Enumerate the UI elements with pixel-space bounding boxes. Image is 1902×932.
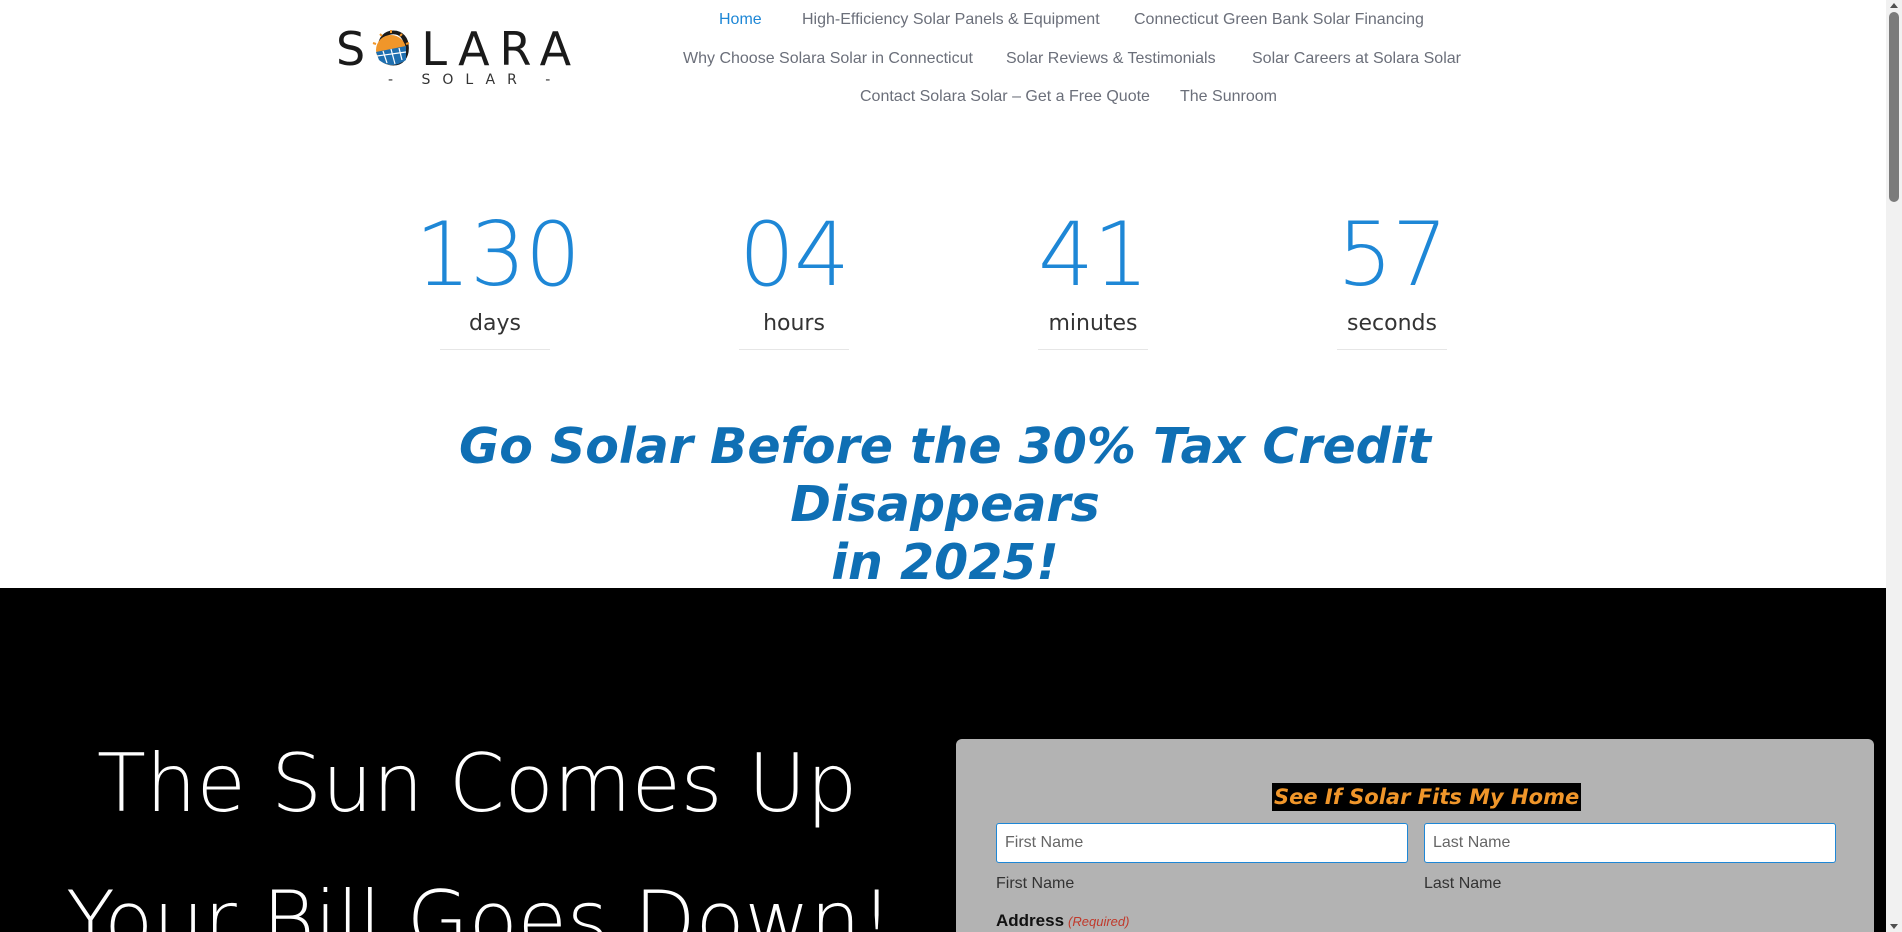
solar-fit-form: See If Solar Fits My Home First Name Las… xyxy=(956,739,1874,932)
hero-line-2: Your Bill Goes Down! xyxy=(66,874,893,932)
tax-credit-headline: Go Solar Before the 30% Tax Credit Disap… xyxy=(340,418,1550,592)
nav-item-green-bank-financing[interactable]: Connecticut Green Bank Solar Financing xyxy=(1134,10,1424,30)
scroll-up-arrow-icon[interactable] xyxy=(1890,3,1898,8)
divider xyxy=(739,349,849,350)
nav-item-reviews[interactable]: Solar Reviews & Testimonials xyxy=(1006,49,1216,69)
required-indicator: (Required) xyxy=(1068,914,1130,929)
last-name-label: Last Name xyxy=(1424,875,1502,892)
countdown-hours: 04 hours xyxy=(714,205,874,350)
nav-item-sunroom[interactable]: The Sunroom xyxy=(1180,87,1277,107)
nav-item-contact[interactable]: Contact Solara Solar – Get a Free Quote xyxy=(860,87,1150,107)
divider xyxy=(440,349,550,350)
nav-item-why-choose[interactable]: Why Choose Solara Solar in Connecticut xyxy=(683,49,973,69)
countdown-seconds: 57 seconds xyxy=(1312,205,1472,350)
nav-item-solar-panels[interactable]: High-Efficiency Solar Panels & Equipment xyxy=(802,10,1100,30)
headline-line-1: Go Solar Before the 30% Tax Credit Disap… xyxy=(459,418,1431,533)
countdown-hours-label: hours xyxy=(763,311,825,336)
countdown-days: 130 days xyxy=(415,203,581,350)
nav-item-home[interactable]: Home xyxy=(719,10,762,30)
first-name-label: First Name xyxy=(996,875,1075,892)
hero-line-1: The Sun Comes Up xyxy=(97,737,858,830)
form-title: See If Solar Fits My Home xyxy=(1272,783,1582,811)
divider xyxy=(1337,349,1447,350)
headline-line-2: in 2025! xyxy=(831,534,1059,591)
address-label: Address (Required) xyxy=(996,911,1129,931)
nav-item-careers[interactable]: Solar Careers at Solara Solar xyxy=(1252,49,1461,69)
logo-subtitle: - SOLAR - xyxy=(388,72,563,88)
countdown-hours-value: 04 xyxy=(739,203,850,306)
address-label-text: Address xyxy=(996,911,1065,930)
page: SOLARA - SOLAR - Home High-Efficiency So… xyxy=(0,0,1886,932)
countdown-minutes: 41 minutes xyxy=(1013,205,1173,350)
countdown-seconds-value: 57 xyxy=(1337,203,1448,306)
divider xyxy=(1038,349,1148,350)
scrollbar-thumb[interactable] xyxy=(1889,12,1899,202)
countdown-minutes-value: 41 xyxy=(1038,203,1149,306)
countdown-seconds-label: seconds xyxy=(1347,311,1437,336)
first-name-input[interactable] xyxy=(996,823,1408,863)
countdown-minutes-label: minutes xyxy=(1048,311,1138,336)
countdown-days-label: days xyxy=(469,311,521,336)
site-header: SOLARA - SOLAR - Home High-Efficiency So… xyxy=(0,0,1886,120)
sun-panel-icon xyxy=(372,30,410,65)
scroll-down-arrow-icon[interactable] xyxy=(1890,924,1898,929)
countdown-days-value: 130 xyxy=(415,203,581,306)
last-name-input[interactable] xyxy=(1424,823,1836,863)
site-logo[interactable]: SOLARA - SOLAR - xyxy=(336,26,582,90)
vertical-scrollbar[interactable] xyxy=(1886,0,1902,932)
